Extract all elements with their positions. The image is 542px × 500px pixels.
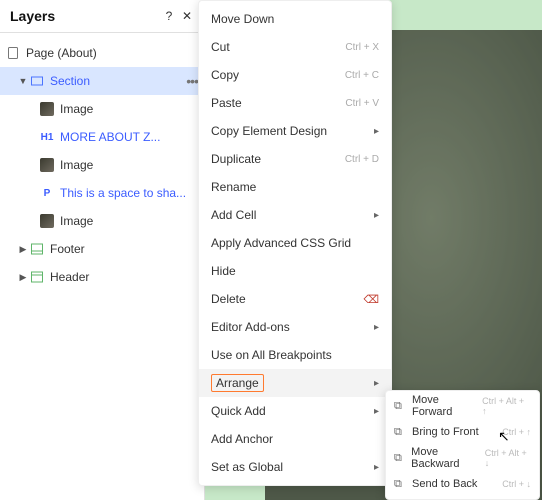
image-thumb-icon xyxy=(40,158,54,172)
tree-section[interactable]: ▼ Section ••• xyxy=(0,67,204,95)
tree-image[interactable]: Image xyxy=(0,207,204,235)
footer-icon xyxy=(30,242,44,256)
menu-apply-grid[interactable]: Apply Advanced CSS Grid xyxy=(199,229,391,257)
panel-title: Layers xyxy=(10,8,158,24)
layer-tree: Page (About) ▼ Section ••• Image H1 MORE… xyxy=(0,33,204,291)
more-icon[interactable]: ••• xyxy=(186,73,198,89)
h1-tag-icon: H1 xyxy=(40,130,54,144)
tree-label: Header xyxy=(50,270,198,284)
layer-backward-icon: ⧉ xyxy=(394,452,407,465)
submenu-send-to-back[interactable]: ⧉Send to BackCtrl + ↓ xyxy=(386,471,539,497)
tree-label: Footer xyxy=(50,242,198,256)
layer-back-icon: ⧉ xyxy=(394,478,408,491)
menu-rename[interactable]: Rename xyxy=(199,173,391,201)
menu-hide[interactable]: Hide xyxy=(199,257,391,285)
menu-quick-add[interactable]: Quick Add▸ xyxy=(199,397,391,425)
chevron-right-icon: ▸ xyxy=(374,378,379,389)
tree-image[interactable]: Image xyxy=(0,151,204,179)
section-icon xyxy=(30,74,44,88)
tree-heading[interactable]: H1 MORE ABOUT Z... xyxy=(0,123,204,151)
expand-icon[interactable]: ▶ xyxy=(18,244,28,255)
menu-breakpoints[interactable]: Use on All Breakpoints xyxy=(199,341,391,369)
context-menu: Move Down CutCtrl + X CopyCtrl + C Paste… xyxy=(198,0,392,486)
close-icon[interactable]: ✕ xyxy=(180,9,194,23)
menu-add-anchor[interactable]: Add Anchor xyxy=(199,425,391,453)
menu-addons[interactable]: Editor Add-ons▸ xyxy=(199,313,391,341)
menu-arrange[interactable]: Arrange▸ xyxy=(199,369,391,397)
menu-add-cell[interactable]: Add Cell▸ xyxy=(199,201,391,229)
menu-duplicate[interactable]: DuplicateCtrl + D xyxy=(199,145,391,173)
expand-icon[interactable]: ▶ xyxy=(18,272,28,283)
chevron-right-icon: ▸ xyxy=(374,126,379,137)
chevron-right-icon: ▸ xyxy=(374,322,379,333)
submenu-bring-to-front[interactable]: ⧉Bring to FrontCtrl + ↑ xyxy=(386,419,539,445)
submenu-move-forward[interactable]: ⧉Move ForwardCtrl + Alt + ↑ xyxy=(386,393,539,419)
tree-label: Image xyxy=(60,214,198,228)
arrange-submenu: ⧉Move ForwardCtrl + Alt + ↑ ⧉Bring to Fr… xyxy=(385,390,540,500)
tree-label: This is a space to sha... xyxy=(60,186,198,200)
header-icon xyxy=(30,270,44,284)
chevron-right-icon: ▸ xyxy=(374,210,379,221)
tree-label: Image xyxy=(60,158,198,172)
help-icon[interactable]: ? xyxy=(162,9,176,23)
tree-label: MORE ABOUT Z... xyxy=(60,130,198,144)
tree-paragraph[interactable]: P This is a space to sha... xyxy=(0,179,204,207)
tree-label: Page (About) xyxy=(26,46,198,60)
menu-copy-design[interactable]: Copy Element Design▸ xyxy=(199,117,391,145)
panel-header: Layers ? ✕ xyxy=(0,0,204,33)
image-thumb-icon xyxy=(40,214,54,228)
submenu-move-backward[interactable]: ⧉Move BackwardCtrl + Alt + ↓ xyxy=(386,445,539,471)
menu-move-down[interactable]: Move Down xyxy=(199,5,391,33)
collapse-icon[interactable]: ▼ xyxy=(18,76,28,86)
menu-paste[interactable]: PasteCtrl + V xyxy=(199,89,391,117)
chevron-right-icon: ▸ xyxy=(374,406,379,417)
menu-cut[interactable]: CutCtrl + X xyxy=(199,33,391,61)
tree-label: Image xyxy=(60,102,198,116)
tree-label: Section xyxy=(50,74,186,88)
tree-header[interactable]: ▶ Header xyxy=(0,263,204,291)
delete-icon: ⌫ xyxy=(363,293,379,306)
layer-forward-icon: ⧉ xyxy=(394,400,408,413)
tree-footer[interactable]: ▶ Footer xyxy=(0,235,204,263)
p-tag-icon: P xyxy=(40,186,54,200)
menu-copy[interactable]: CopyCtrl + C xyxy=(199,61,391,89)
layer-front-icon: ⧉ xyxy=(394,426,408,439)
tree-image[interactable]: Image xyxy=(0,95,204,123)
layers-panel: Layers ? ✕ Page (About) ▼ Section ••• Im… xyxy=(0,0,205,500)
page-icon xyxy=(6,46,20,60)
tree-page[interactable]: Page (About) xyxy=(0,39,204,67)
menu-set-global[interactable]: Set as Global▸ xyxy=(199,453,391,481)
menu-delete[interactable]: Delete⌫ xyxy=(199,285,391,313)
chevron-right-icon: ▸ xyxy=(374,462,379,473)
image-thumb-icon xyxy=(40,102,54,116)
